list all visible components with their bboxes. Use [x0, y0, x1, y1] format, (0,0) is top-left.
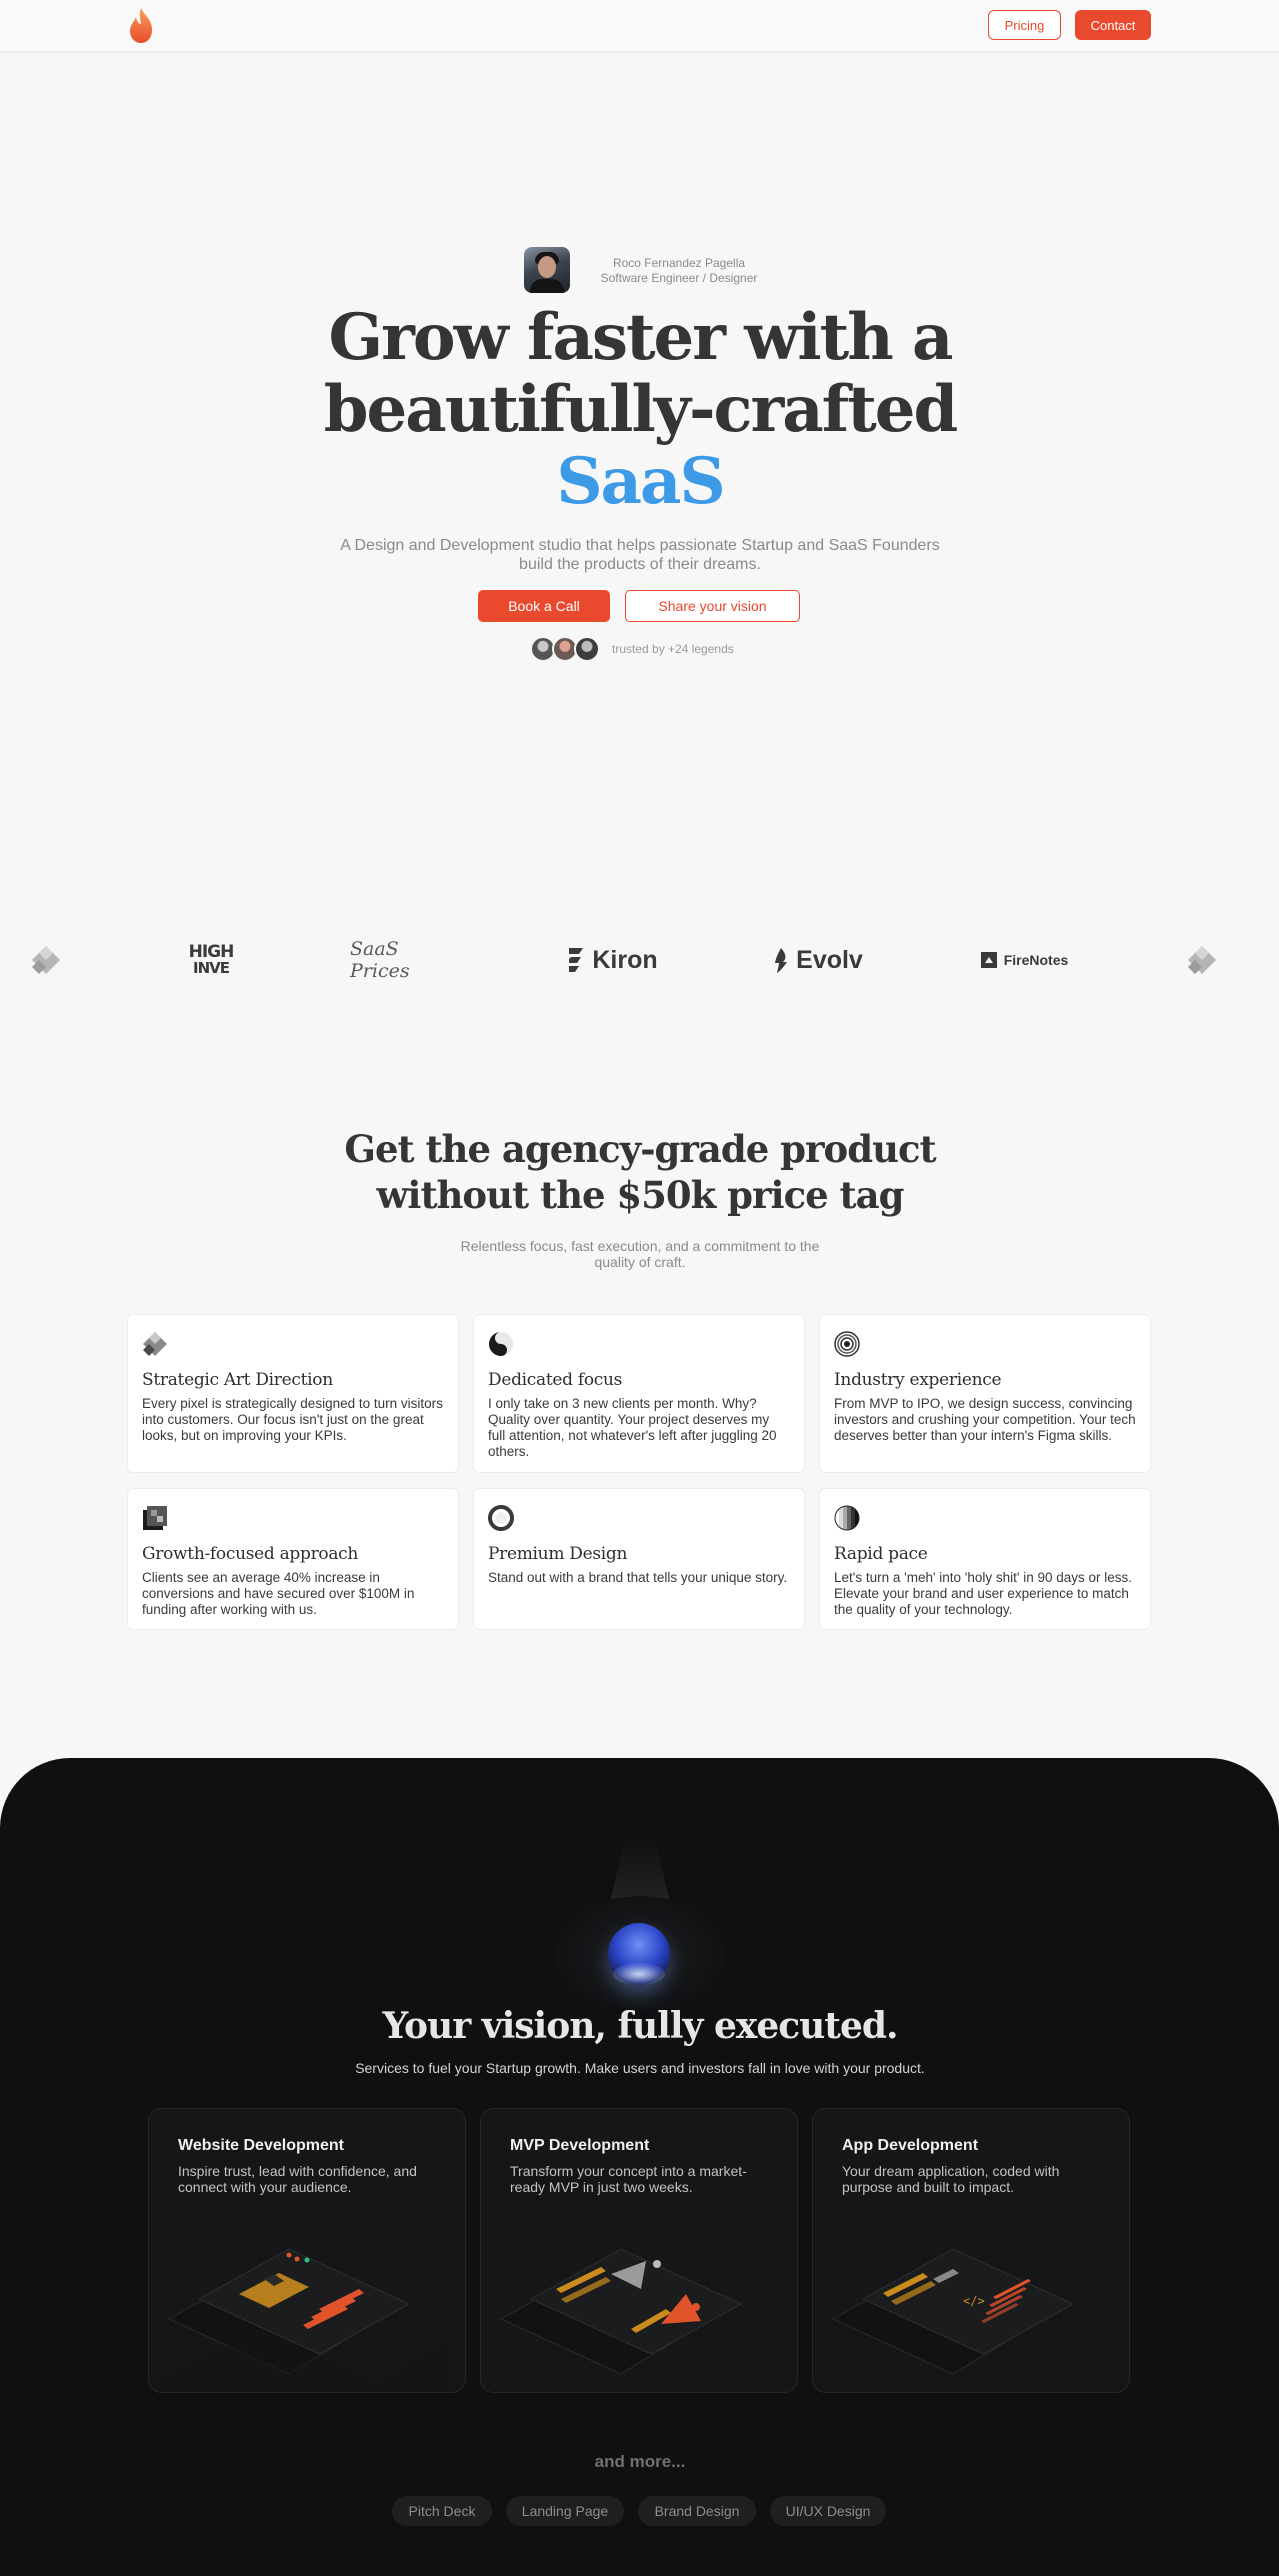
author-avatar	[524, 247, 570, 293]
service-card-app[interactable]: App Development Your dream application, …	[812, 2108, 1130, 2393]
orb-glow	[613, 1963, 665, 1985]
service-text: Transform your concept into a market-rea…	[510, 2163, 747, 2195]
feature-text: Every pixel is strategically designed to…	[142, 1396, 443, 1443]
firenotes-logo: FireNotes	[976, 930, 1072, 990]
bolt-logo	[1182, 930, 1222, 990]
hero-title-line2: beautifully-crafted	[323, 372, 958, 447]
service-title: Website Development	[178, 2137, 344, 2154]
bolt-logo-icon	[32, 946, 60, 974]
feature-title: Premium Design	[488, 1544, 628, 1564]
share-vision-button[interactable]: Share your vision	[625, 590, 800, 622]
agency-title-line2: without the $50k price tag	[376, 1173, 905, 1217]
book-call-button[interactable]: Book a Call	[478, 590, 610, 622]
feature-card: Rapid pace Let's turn a 'meh' into 'holy…	[819, 1488, 1151, 1630]
pill-pitch-deck[interactable]: Pitch Deck	[392, 2496, 492, 2526]
flame-logo-icon[interactable]	[124, 6, 158, 46]
rapid-pace-icon	[834, 1505, 860, 1531]
firenotes-text: FireNotes	[1003, 952, 1069, 968]
high-invest-logo: HIGH INVE	[170, 930, 252, 990]
art-direction-icon	[143, 1332, 167, 1356]
feature-text: I only take on 3 new clients per month. …	[488, 1396, 777, 1459]
hero-title: Grow faster with a beautifully-crafted S…	[240, 302, 1040, 518]
author-role: Software Engineer / Designer	[600, 271, 758, 285]
saas-prices-logo: SaaS Prices	[350, 930, 462, 990]
website-isometric-icon	[159, 2248, 449, 2392]
feature-title: Strategic Art Direction	[142, 1370, 333, 1390]
svg-text:</>: </>	[963, 2294, 985, 2308]
agency-section-subtitle: Relentless focus, fast execution, and a …	[460, 1238, 820, 1270]
client-logos: HIGH INVE SaaS Prices Kiron Evolv FireNo…	[0, 930, 1279, 990]
mvp-isometric-icon	[499, 2248, 743, 2375]
author-name: Roco Fernandez Pagella	[612, 256, 746, 270]
feature-text: Stand out with a brand that tells your u…	[488, 1570, 788, 1585]
feature-card: Dedicated focus I only take on 3 new cli…	[473, 1314, 805, 1473]
hero-title-line1: Grow faster with a	[328, 300, 954, 375]
feature-card: Strategic Art Direction Every pixel is s…	[127, 1314, 459, 1473]
bolt-logo	[26, 930, 66, 990]
trusted-row: trusted by +24 legends	[530, 636, 790, 662]
evolv-logo: Evolv	[770, 930, 864, 990]
pill-brand-design[interactable]: Brand Design	[638, 2496, 756, 2526]
service-title: App Development	[842, 2137, 979, 2154]
growth-pixels-icon	[143, 1506, 167, 1530]
feature-card: Industry experience From MVP to IPO, we …	[819, 1314, 1151, 1473]
service-card-website[interactable]: Website Development Inspire trust, lead …	[148, 2108, 466, 2393]
pill-landing-page[interactable]: Landing Page	[506, 2496, 624, 2526]
service-text: Your dream application, coded with purpo…	[842, 2163, 1060, 2195]
feature-title: Growth-focused approach	[142, 1544, 359, 1564]
contact-button[interactable]: Contact	[1075, 10, 1151, 40]
kiron-text: Kiron	[592, 945, 658, 974]
feature-card: Growth-focused approach Clients see an a…	[127, 1488, 459, 1630]
pill-uiux-design[interactable]: UI/UX Design	[770, 2496, 886, 2526]
high-logo-line2: INVE	[193, 959, 230, 977]
feature-text: From MVP to IPO, we design success, conv…	[834, 1396, 1136, 1443]
top-navbar: Pricing Contact	[0, 0, 1279, 52]
feature-text: Clients see an average 40% increase in c…	[142, 1570, 415, 1617]
trusted-text: trusted by +24 legends	[612, 642, 734, 656]
avatar	[574, 636, 600, 662]
author-block: Roco Fernandez Pagella Software Engineer…	[524, 247, 764, 293]
bolt-logo-icon	[1188, 946, 1216, 974]
service-text: Inspire trust, lead with confidence, and…	[178, 2163, 417, 2195]
kiron-logo: Kiron	[562, 930, 662, 990]
evolv-text: Evolv	[796, 945, 863, 974]
kiron-mark-icon	[569, 948, 584, 972]
firenotes-mark-icon	[980, 952, 997, 968]
and-more-text: and more...	[594, 2452, 686, 2471]
saas-prices-text: SaaS Prices	[350, 938, 410, 982]
premium-ring-icon	[488, 1505, 514, 1531]
services-title: Your vision, fully executed.	[382, 2005, 898, 2047]
yin-yang-icon	[489, 1332, 513, 1356]
feature-title: Rapid pace	[834, 1544, 928, 1564]
target-rings-icon	[834, 1331, 860, 1357]
services-section: Your vision, fully executed. Services to…	[0, 1758, 1279, 2576]
service-title: MVP Development	[510, 2137, 650, 2154]
agency-title-line1: Get the agency-grade product	[344, 1127, 936, 1171]
hero-title-accent: SaaS	[556, 444, 725, 519]
services-subtitle: Services to fuel your Startup growth. Ma…	[355, 2060, 925, 2076]
feature-title: Dedicated focus	[488, 1370, 623, 1390]
agency-section-title: Get the agency-grade product without the…	[290, 1126, 990, 1218]
feature-text: Let's turn a 'meh' into 'holy shit' in 9…	[834, 1570, 1133, 1617]
high-logo-line1: HIGH	[188, 942, 235, 962]
pricing-button[interactable]: Pricing	[988, 10, 1061, 40]
feature-title: Industry experience	[834, 1370, 1002, 1390]
hero-subtitle: A Design and Development studio that hel…	[340, 537, 940, 573]
evolv-mark-icon	[775, 948, 788, 973]
feature-card: Premium Design Stand out with a brand th…	[473, 1488, 805, 1630]
service-card-mvp[interactable]: MVP Development Transform your concept i…	[480, 2108, 798, 2393]
app-isometric-icon: </>	[831, 2248, 1075, 2375]
